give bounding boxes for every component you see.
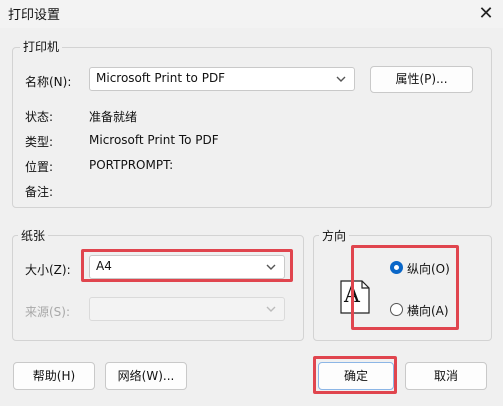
paper-size-value: A4: [96, 259, 112, 273]
comment-label: 备注:: [25, 185, 54, 199]
chevron-down-icon: [266, 264, 276, 270]
status-label: 状态:: [25, 110, 54, 124]
title-bar: [0, 0, 503, 28]
landscape-radio[interactable]: [390, 303, 403, 316]
printer-group-legend: 打印机: [20, 38, 63, 55]
printer-name-select[interactable]: Microsoft Print to PDF: [89, 67, 355, 91]
cancel-button[interactable]: 取消: [405, 362, 487, 390]
ok-button[interactable]: 确定: [318, 362, 394, 390]
paper-group: [12, 235, 304, 341]
landscape-label: 横向(A): [407, 304, 449, 318]
type-label: 类型:: [25, 135, 54, 149]
properties-button[interactable]: 属性(P)...: [370, 66, 473, 93]
window-title: 打印设置: [8, 8, 61, 23]
network-button[interactable]: 网络(W)...: [105, 362, 187, 390]
help-button[interactable]: 帮助(H): [13, 362, 95, 390]
paper-group-legend: 纸张: [18, 227, 49, 244]
portrait-label: 纵向(O): [407, 262, 450, 276]
paper-size-label: 大小(Z):: [25, 263, 71, 277]
close-button[interactable]: ✕: [473, 2, 499, 26]
paper-size-select[interactable]: A4: [89, 255, 285, 279]
status-value: 准备就绪: [89, 110, 138, 124]
printer-name-value: Microsoft Print to PDF: [96, 71, 226, 85]
page-preview-glyph: A: [344, 283, 360, 308]
chevron-down-icon: [336, 76, 346, 82]
where-label: 位置:: [25, 160, 54, 174]
paper-source-label: 来源(S):: [25, 305, 71, 319]
printer-name-label: 名称(N):: [25, 75, 72, 89]
chevron-down-icon: [266, 306, 276, 312]
paper-source-select[interactable]: [89, 297, 285, 321]
orientation-group-legend: 方向: [319, 227, 350, 244]
portrait-radio[interactable]: [390, 261, 403, 274]
where-value: PORTPROMPT:: [89, 158, 174, 172]
type-value: Microsoft Print To PDF: [89, 133, 219, 147]
